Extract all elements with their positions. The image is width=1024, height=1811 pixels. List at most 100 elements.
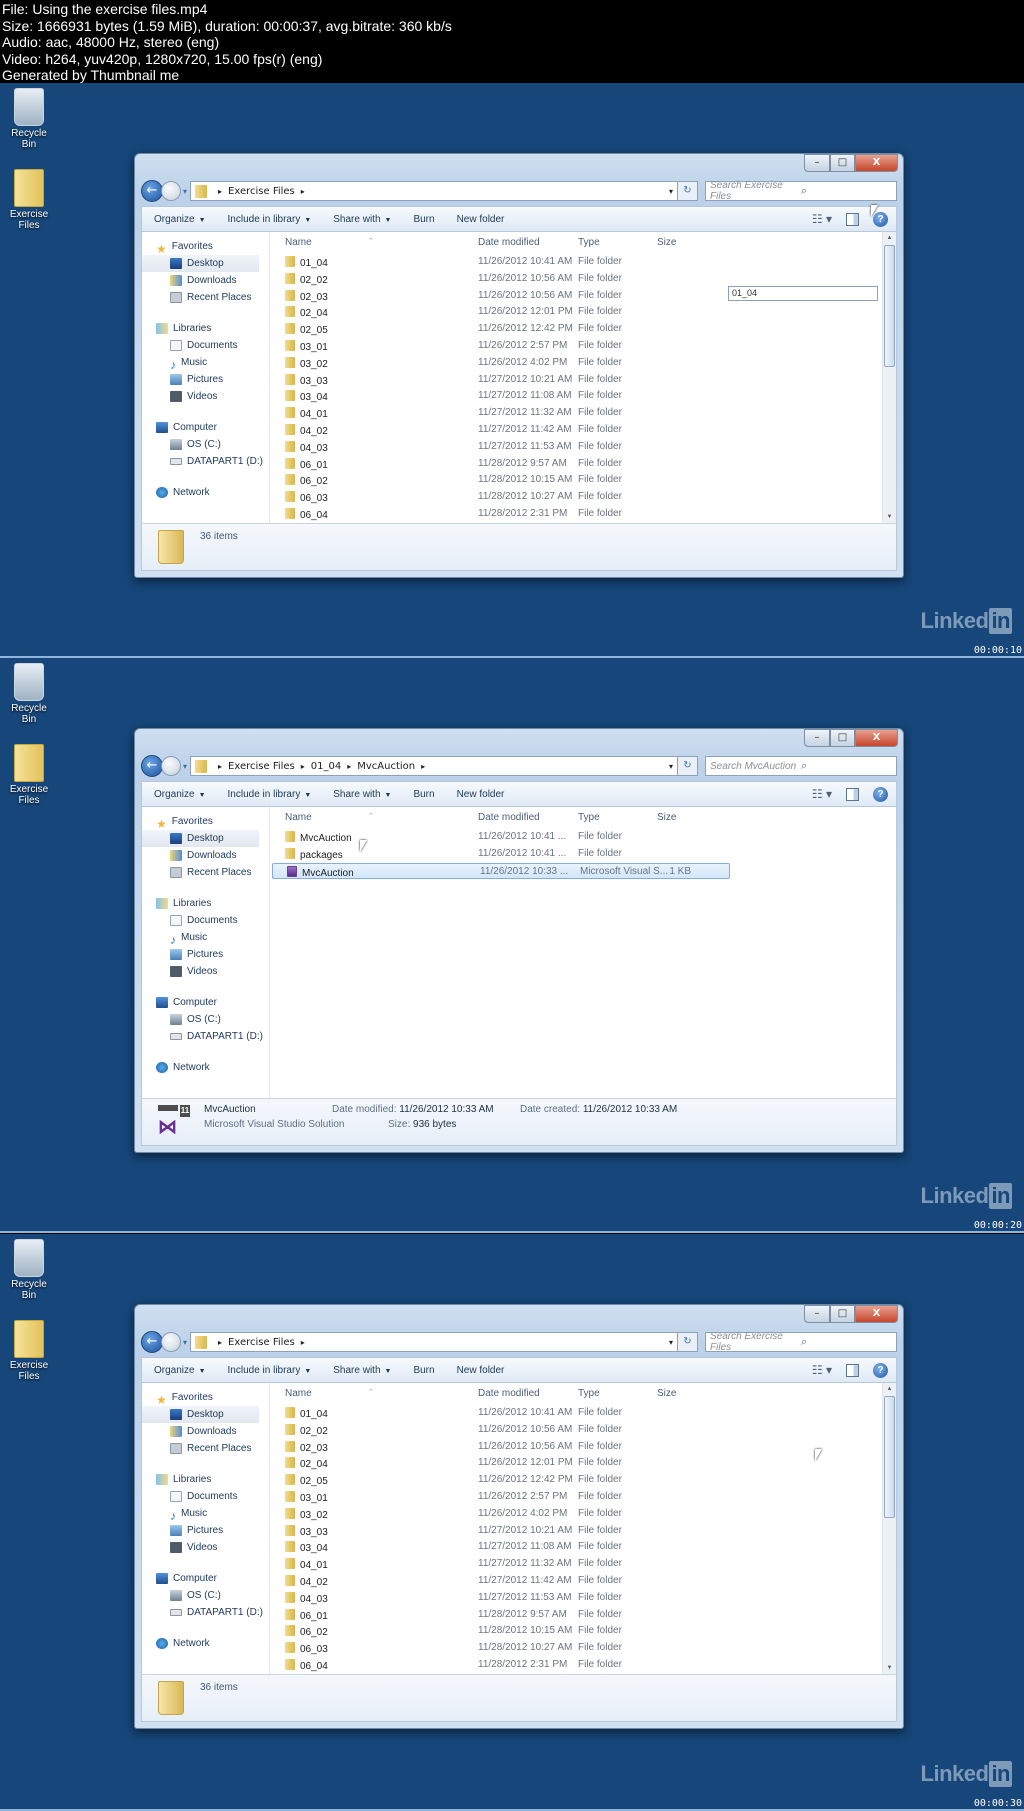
rename-textbox[interactable]: 01_04 bbox=[728, 286, 878, 301]
file-row[interactable]: 03_03 11/27/2012 10:21 AM File folder bbox=[271, 1523, 882, 1540]
nav-item-documents[interactable]: Documents bbox=[142, 1488, 269, 1505]
nav-item-computer[interactable]: Computer bbox=[142, 419, 269, 436]
file-row[interactable]: 04_03 11/27/2012 11:53 AM File folder bbox=[271, 439, 882, 456]
forward-button[interactable] bbox=[161, 181, 181, 201]
file-row[interactable]: 03_02 11/26/2012 4:02 PM File folder bbox=[271, 355, 882, 372]
file-row[interactable]: 06_03 11/28/2012 10:27 AM File folder bbox=[271, 489, 882, 506]
breadcrumb-item[interactable]: 01_04 bbox=[311, 761, 341, 772]
recycle-bin-icon[interactable]: Recycle Bin bbox=[4, 1239, 54, 1301]
breadcrumb-chevron-icon[interactable]: ▸ bbox=[218, 187, 222, 196]
help-icon[interactable]: ? bbox=[873, 1362, 888, 1378]
scroll-up-icon[interactable]: ▲ bbox=[883, 232, 896, 244]
organize-button[interactable]: Organize ▼ bbox=[154, 789, 206, 800]
nav-item-computer[interactable]: Computer bbox=[142, 1570, 269, 1587]
organize-button[interactable]: Organize ▼ bbox=[154, 214, 206, 225]
file-row[interactable]: 02_04 11/26/2012 12:01 PM File folder bbox=[271, 1455, 882, 1472]
breadcrumb-chevron-icon[interactable]: ▸ bbox=[347, 762, 351, 771]
file-row[interactable]: 04_02 11/27/2012 11:42 AM File folder bbox=[271, 1573, 882, 1590]
preview-pane-icon[interactable] bbox=[846, 1363, 859, 1377]
nav-item-favorites[interactable]: ★ Favorites bbox=[142, 813, 269, 831]
nav-item-network[interactable]: Network bbox=[142, 1059, 269, 1076]
nav-item-datapart1-d[interactable]: DATAPART1 (D:) bbox=[142, 1028, 269, 1045]
file-row[interactable]: 03_01 11/26/2012 2:57 PM File folder bbox=[271, 338, 882, 355]
search-input[interactable]: Search MvcAuction ⌕ bbox=[705, 756, 897, 776]
file-row[interactable]: 06_03 11/28/2012 10:27 AM File folder bbox=[271, 1640, 882, 1657]
column-header-type[interactable]: Type bbox=[578, 812, 600, 823]
file-row[interactable]: 02_05 11/26/2012 12:42 PM File folder bbox=[271, 1472, 882, 1489]
help-icon[interactable]: ? bbox=[873, 786, 888, 802]
change-view-icon[interactable]: ☷ ▾ bbox=[812, 787, 832, 801]
column-header-size[interactable]: Size bbox=[657, 1388, 676, 1399]
column-header-name[interactable]: Name bbox=[285, 237, 312, 248]
nav-item-pictures[interactable]: Pictures bbox=[142, 946, 269, 963]
column-header-date-modified[interactable]: Date modified bbox=[478, 237, 540, 248]
burn-button[interactable]: Burn bbox=[413, 1365, 434, 1376]
recent-pages-dropdown[interactable]: ▾ bbox=[183, 187, 187, 196]
nav-item-recent-places[interactable]: Recent Places bbox=[142, 1440, 269, 1457]
burn-button[interactable]: Burn bbox=[413, 214, 434, 225]
file-row[interactable]: 04_02 11/27/2012 11:42 AM File folder bbox=[271, 422, 882, 439]
nav-item-recent-places[interactable]: Recent Places bbox=[142, 289, 269, 306]
column-header-name[interactable]: Name bbox=[285, 1388, 312, 1399]
recent-pages-dropdown[interactable]: ▾ bbox=[183, 762, 187, 771]
refresh-button[interactable]: ↻ bbox=[678, 1332, 698, 1352]
exercise-files-desktop-icon[interactable]: Exercise Files bbox=[4, 744, 54, 806]
nav-item-recent-places[interactable]: Recent Places bbox=[142, 864, 269, 881]
search-input[interactable]: Search Exercise Files ⌕ bbox=[705, 180, 897, 202]
breadcrumb-chevron-icon[interactable]: ▸ bbox=[421, 762, 425, 771]
minimize-button[interactable]: – bbox=[804, 729, 830, 747]
nav-item-downloads[interactable]: Downloads bbox=[142, 272, 269, 289]
share-with-button[interactable]: Share with ▼ bbox=[333, 789, 391, 800]
nav-item-favorites[interactable]: ★ Favorites bbox=[142, 1389, 269, 1407]
file-row[interactable]: 02_02 11/26/2012 10:56 AM File folder bbox=[271, 1422, 882, 1439]
column-header-type[interactable]: Type bbox=[578, 237, 600, 248]
file-row[interactable]: 01_04 11/26/2012 10:41 AM File folder bbox=[271, 254, 882, 271]
nav-item-desktop[interactable]: Desktop bbox=[142, 830, 259, 847]
forward-button[interactable] bbox=[161, 756, 181, 776]
share-with-button[interactable]: Share with ▼ bbox=[333, 1365, 391, 1376]
scrollbar-thumb[interactable] bbox=[884, 1396, 895, 1518]
file-row[interactable]: 06_01 11/28/2012 9:57 AM File folder bbox=[271, 1607, 882, 1624]
close-button[interactable]: X bbox=[855, 1305, 898, 1323]
search-icon[interactable]: ⌕ bbox=[801, 760, 892, 773]
nav-item-music[interactable]: ♪ Music bbox=[142, 1505, 269, 1523]
column-header-date-modified[interactable]: Date modified bbox=[478, 812, 540, 823]
nav-item-libraries[interactable]: Libraries bbox=[142, 895, 269, 912]
file-row[interactable]: 02_05 11/26/2012 12:42 PM File folder bbox=[271, 321, 882, 338]
column-header-date-modified[interactable]: Date modified bbox=[478, 1388, 540, 1399]
breadcrumb-chevron-icon[interactable]: ▸ bbox=[301, 1338, 305, 1347]
nav-item-desktop[interactable]: Desktop bbox=[142, 255, 259, 272]
scroll-down-icon[interactable]: ▼ bbox=[883, 511, 896, 523]
refresh-button[interactable]: ↻ bbox=[678, 756, 698, 776]
preview-pane-icon[interactable] bbox=[846, 212, 859, 226]
nav-item-datapart1-d[interactable]: DATAPART1 (D:) bbox=[142, 1604, 269, 1621]
new-folder-button[interactable]: New folder bbox=[457, 214, 505, 225]
breadcrumb-item[interactable]: Exercise Files bbox=[228, 761, 295, 772]
change-view-icon[interactable]: ☷ ▾ bbox=[812, 1363, 832, 1377]
back-button[interactable]: ← bbox=[141, 1331, 163, 1353]
maximize-button[interactable]: □ bbox=[830, 1305, 855, 1323]
nav-item-network[interactable]: Network bbox=[142, 484, 269, 501]
exercise-files-desktop-icon[interactable]: Exercise Files bbox=[4, 1320, 54, 1382]
vertical-scrollbar[interactable]: ▲ ▼ bbox=[882, 1383, 896, 1674]
column-header-size[interactable]: Size bbox=[657, 812, 676, 823]
include-in-library-button[interactable]: Include in library ▼ bbox=[228, 789, 312, 800]
nav-item-music[interactable]: ♪ Music bbox=[142, 929, 269, 947]
file-row[interactable]: 01_04 11/26/2012 10:41 AM File folder bbox=[271, 1405, 882, 1422]
new-folder-button[interactable]: New folder bbox=[457, 1365, 505, 1376]
nav-item-documents[interactable]: Documents bbox=[142, 337, 269, 354]
column-header-type[interactable]: Type bbox=[578, 1388, 600, 1399]
address-dropdown-icon[interactable]: ▾ bbox=[669, 187, 673, 196]
nav-item-os-c[interactable]: OS (C:) bbox=[142, 436, 269, 453]
nav-item-pictures[interactable]: Pictures bbox=[142, 1522, 269, 1539]
minimize-button[interactable]: – bbox=[804, 154, 830, 172]
file-row[interactable]: 06_02 11/28/2012 10:15 AM File folder bbox=[271, 472, 882, 489]
nav-item-downloads[interactable]: Downloads bbox=[142, 847, 269, 864]
file-row[interactable]: 03_02 11/26/2012 4:02 PM File folder bbox=[271, 1506, 882, 1523]
nav-item-network[interactable]: Network bbox=[142, 1635, 269, 1652]
column-header-size[interactable]: Size bbox=[657, 237, 676, 248]
nav-item-libraries[interactable]: Libraries bbox=[142, 320, 269, 337]
new-folder-button[interactable]: New folder bbox=[457, 789, 505, 800]
file-row[interactable]: 03_04 11/27/2012 11:08 AM File folder bbox=[271, 1539, 882, 1556]
file-row[interactable]: 03_03 11/27/2012 10:21 AM File folder bbox=[271, 372, 882, 389]
